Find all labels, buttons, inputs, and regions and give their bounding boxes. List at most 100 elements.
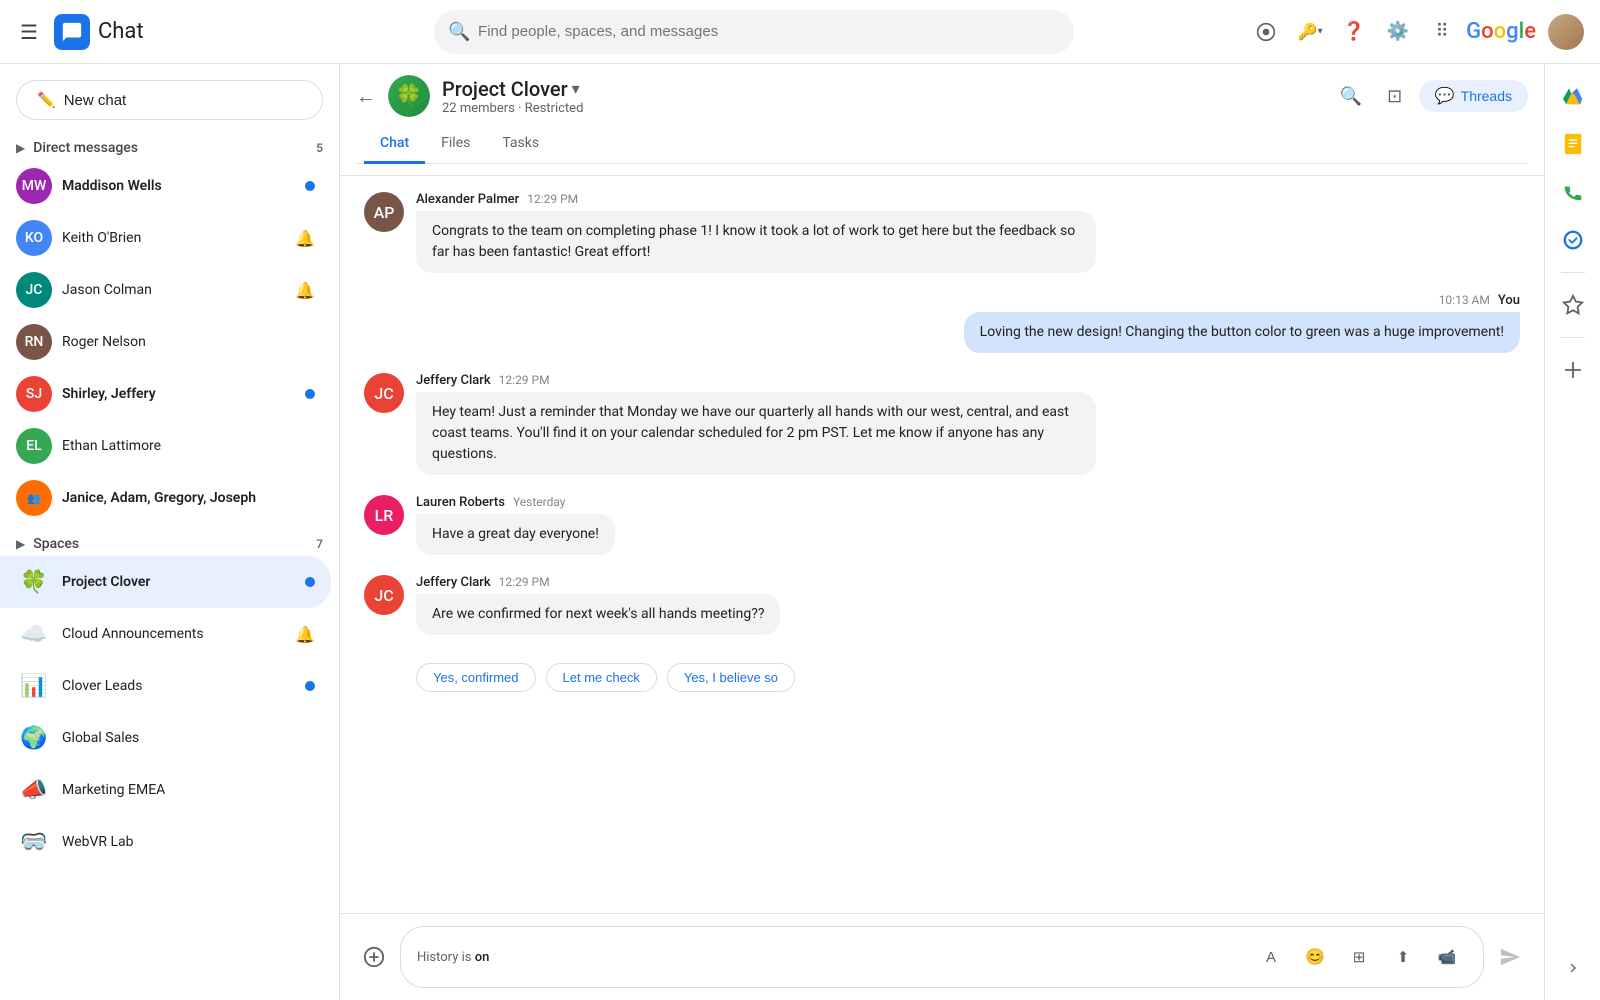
sidebar-item-global-sales[interactable]: 🌍 Global Sales [0,712,331,764]
unread-dot-clover-leads [305,681,315,691]
smart-reply-yes-confirmed[interactable]: Yes, confirmed [416,663,536,692]
space-name-cloud-announcements: Cloud Announcements [62,626,285,642]
direct-messages-section[interactable]: ▶ Direct messages 5 [0,136,339,160]
right-panel-divider-2 [1561,337,1585,338]
sidebar-item-jason[interactable]: JC Jason Colman 🔔 [0,264,331,316]
tab-files[interactable]: Files [425,125,486,164]
search-input[interactable] [434,10,1074,54]
docs-icon-button[interactable] [1553,124,1593,164]
meet-icon-button[interactable] [1246,12,1286,52]
spaces-section[interactable]: ▶ Spaces 7 [0,532,339,556]
chat-space-title[interactable]: Project Clover ▾ [442,77,1319,101]
voice-icon-button[interactable] [1553,172,1593,212]
sidebar-item-ethan[interactable]: EL Ethan Lattimore [0,420,331,472]
msg-bubble-5: Are we confirmed for next week's all han… [416,594,780,635]
contact-avatar-keith: KO [16,220,52,256]
contact-name-keith: Keith O'Brien [62,230,285,246]
msg-bubble-2: Loving the new design! Changing the butt… [964,312,1520,353]
sidebar-item-shirley[interactable]: SJ Shirley, Jeffery [0,368,331,420]
msg-time-2: 10:13 AM [1439,293,1490,307]
space-icon-global-sales: 🌍 [16,720,52,756]
message-row-3: JC Jeffery Clark 12:29 PM Hey team! Just… [364,373,1520,475]
smart-reply-yes-i-believe[interactable]: Yes, I believe so [667,663,795,692]
format-text-button[interactable]: A [1251,937,1291,977]
help-button[interactable]: ❓ [1334,12,1374,52]
video-call-button[interactable]: 📹 [1427,937,1467,977]
spaces-chevron-icon: ▶ [16,537,25,551]
msg-bubble-1: Congrats to the team on completing phase… [416,211,1096,273]
contact-name-janice: Janice, Adam, Gregory, Joseph [62,490,315,506]
sidebar-item-clover-leads[interactable]: 📊 Clover Leads [0,660,331,712]
tab-tasks[interactable]: Tasks [486,125,555,164]
space-name-marketing-emea: Marketing EMEA [62,782,315,798]
contact-avatar-ethan: EL [16,428,52,464]
unread-dot-shirley [305,389,315,399]
chat-logo [54,14,90,50]
meet-video-button[interactable]: ⊞ [1339,937,1379,977]
space-icon-webvr-lab: 🥽 [16,824,52,860]
right-panel-divider [1561,272,1585,273]
msg-sender-1: Alexander Palmer [416,192,519,207]
apps-icon: ⠿ [1436,21,1449,42]
sidebar-toggle-icon: ⊡ [1387,86,1402,107]
search-chat-button[interactable]: 🔍 [1331,76,1371,116]
sidebar-item-janice[interactable]: 👥 Janice, Adam, Gregory, Joseph [0,472,331,524]
back-button[interactable]: ← [356,84,376,109]
msg-time-5: 12:29 PM [499,575,550,589]
msg-sender-3: Jeffery Clark [416,373,491,388]
right-icons: 🔑 ▾ ❓ ⚙️ ⠿ Google [1246,12,1592,52]
toggle-sidebar-button[interactable]: ⊡ [1375,76,1415,116]
add-button[interactable] [356,939,392,975]
chat-subtitle: 22 members · Restricted [442,101,1319,116]
threads-button[interactable]: 💬 Threads [1419,80,1528,112]
message-input-wrap[interactable]: History is on A 😊 ⊞ ⬆ 📹 [400,926,1484,988]
attach-button[interactable]: ⬆ [1383,937,1423,977]
apps-button[interactable]: ⠿ [1422,12,1462,52]
msg-sender-2: You [1498,293,1520,308]
bell-icon-jason: 🔔 [295,281,315,300]
msg-content-1: Alexander Palmer 12:29 PM Congrats to th… [416,192,1520,273]
msg-content-2: You 10:13 AM Loving the new design! Chan… [364,293,1520,353]
sidebar-item-cloud-announcements[interactable]: ☁️ Cloud Announcements 🔔 [0,608,331,660]
spaces-badge: 7 [316,537,323,551]
right-panel [1544,64,1600,1000]
add-app-button[interactable] [1553,350,1593,390]
tab-chat[interactable]: Chat [364,125,425,164]
msg-content-5: Jeffery Clark 12:29 PM Are we confirmed … [416,575,1520,635]
msg-avatar-jeffery-2: JC [364,575,404,615]
msg-content-4: Lauren Roberts Yesterday Have a great da… [416,495,1520,555]
sidebar: ✏️ New chat ▶ Direct messages 5 MW Maddi… [0,64,340,1000]
send-button[interactable] [1492,939,1528,975]
sidebar-item-keith[interactable]: KO Keith O'Brien 🔔 [0,212,331,264]
history-text: History is on [417,950,1243,965]
sidebar-item-webvr-lab[interactable]: 🥽 WebVR Lab [0,816,331,868]
unread-dot-maddison [305,181,315,191]
hamburger-icon[interactable]: ☰ [12,12,46,52]
new-chat-button[interactable]: ✏️ New chat [16,80,323,120]
msg-bubble-3: Hey team! Just a reminder that Monday we… [416,392,1096,475]
msg-avatar-lauren: LR [364,495,404,535]
key-dropdown-button[interactable]: 🔑 ▾ [1290,12,1330,52]
spaces-label: Spaces [33,536,79,552]
google-g3: o [1494,19,1506,44]
smart-reply-let-me-check[interactable]: Let me check [546,663,657,692]
msg-content-3: Jeffery Clark 12:29 PM Hey team! Just a … [416,373,1520,475]
settings-button[interactable]: ⚙️ [1378,12,1418,52]
input-area: History is on A 😊 ⊞ ⬆ 📹 [340,913,1544,1000]
space-name-webvr-lab: WebVR Lab [62,834,315,850]
sidebar-item-maddison[interactable]: MW Maddison Wells [0,160,331,212]
message-row-5: JC Jeffery Clark 12:29 PM Are we confirm… [364,575,1520,635]
user-avatar[interactable] [1548,14,1584,50]
help-icon: ❓ [1343,21,1365,42]
emoji-button[interactable]: 😊 [1295,937,1335,977]
msg-time-4: Yesterday [513,495,566,509]
sidebar-item-roger[interactable]: RN Roger Nelson [0,316,331,368]
tasks-icon-button[interactable] [1553,220,1593,260]
star-icon-button[interactable] [1553,285,1593,325]
message-row-2: You 10:13 AM Loving the new design! Chan… [364,293,1520,353]
space-icon-clover-leads: 📊 [16,668,52,704]
expand-panel-button[interactable] [1553,948,1593,988]
sidebar-item-marketing-emea[interactable]: 📣 Marketing EMEA [0,764,331,816]
drive-icon-button[interactable] [1553,76,1593,116]
sidebar-item-project-clover[interactable]: 🍀 Project Clover [0,556,331,608]
